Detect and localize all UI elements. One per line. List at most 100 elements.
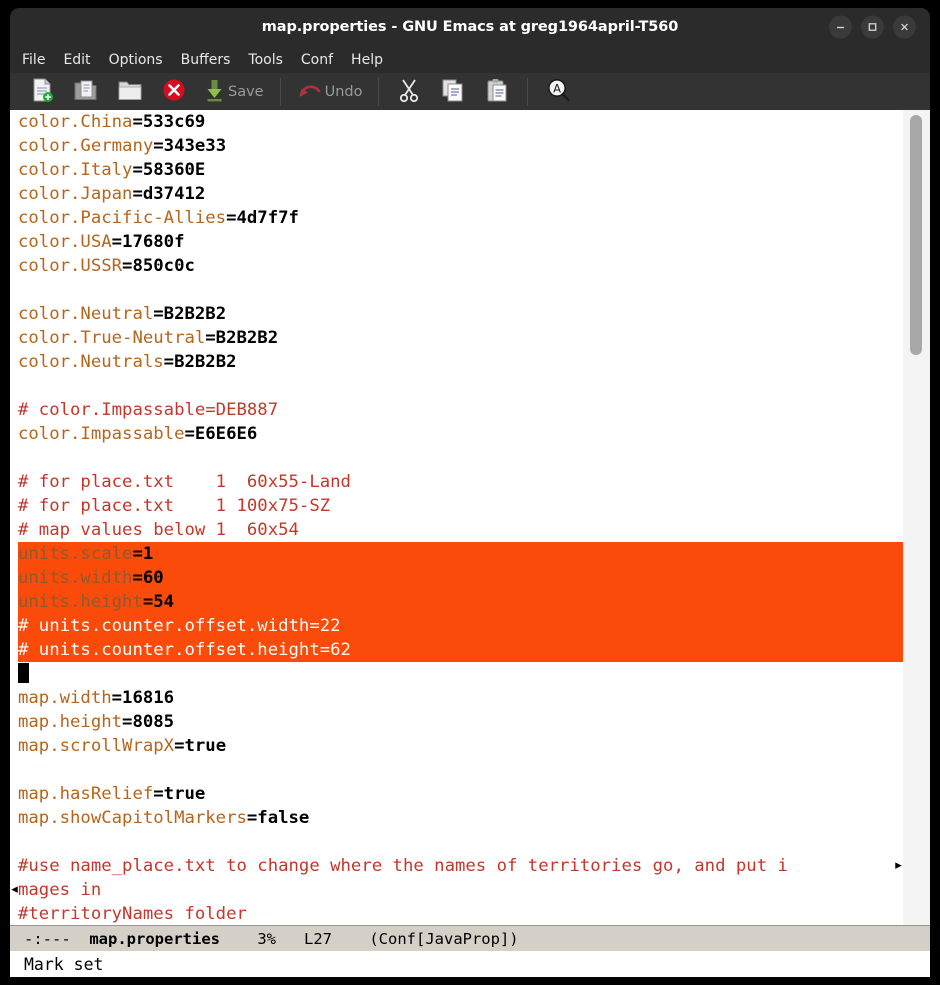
buffer-text[interactable]: color.China=533c69 color.Germany=343e33 co…	[18, 110, 351, 542]
menu-item-conf[interactable]: Conf	[301, 52, 333, 68]
text-column[interactable]: color.China=533c69 color.Germany=343e33 co…	[18, 110, 903, 925]
prop-key: map.showCapitolMarkers	[18, 808, 247, 828]
code-line: color.Impassable=E6E6E6	[18, 422, 351, 446]
wrap-continuation-arrow-right: ▸	[895, 858, 902, 873]
prop-value: =E6E6E6	[184, 424, 258, 444]
code-line-selected: units.height=54	[18, 590, 903, 614]
prop-key: map.width	[18, 688, 112, 708]
window-title: map.properties - GNU Emacs at greg1964ap…	[261, 19, 679, 35]
code-line: map.hasRelief=true	[18, 782, 788, 806]
new-file-button[interactable]	[28, 77, 56, 107]
prop-key: units.width	[18, 568, 133, 588]
prop-value: =B2B2B2	[163, 352, 237, 372]
code-line-wrap-continued: mages in	[18, 878, 788, 902]
prop-value: =58360E	[132, 160, 206, 180]
prop-key: color.Pacific-Allies	[18, 208, 227, 228]
code-line-selected: # units.counter.offset.height=62	[18, 638, 903, 662]
comment-text: # color.Impassable=DEB887	[18, 400, 279, 420]
minimize-button[interactable]	[829, 15, 852, 39]
toolbar-separator-2	[378, 77, 380, 106]
comment-text: # for place.txt 1 60x55-Land	[18, 472, 351, 492]
prop-key: color.Impassable	[18, 424, 185, 444]
mode-line-major-mode[interactable]: (Conf[JavaProp])	[369, 930, 518, 948]
vertical-scrollbar[interactable]	[903, 110, 930, 925]
code-line: color.Germany=343e33	[18, 134, 351, 158]
prop-key: color.Neutrals	[18, 352, 164, 372]
code-line: # for place.txt 1 60x55-Land	[18, 470, 351, 494]
point-cursor	[18, 663, 29, 683]
code-line: map.scrollWrapX=true	[18, 734, 788, 758]
code-line: # color.Impassable=DEB887	[18, 398, 351, 422]
save-button[interactable]: Save	[204, 77, 264, 107]
new-file-icon	[29, 77, 55, 107]
close-button[interactable]	[893, 15, 916, 39]
prop-key: units.height	[18, 592, 143, 612]
close-x-icon	[161, 77, 187, 107]
prop-key: color.True-Neutral	[18, 328, 206, 348]
mode-line: -:--- map.properties 3% L27 (Conf[JavaPr…	[10, 925, 930, 951]
mode-line-buffer-name[interactable]: map.properties	[89, 930, 220, 948]
menu-item-tools[interactable]: Tools	[248, 52, 283, 68]
code-line: map.height=8085	[18, 710, 788, 734]
undo-button[interactable]: Undo	[297, 77, 362, 107]
prop-value: =4d7f7f	[226, 208, 299, 228]
buffer-text-tail[interactable]: map.width=16816 map.height=8085 map.scroll…	[18, 662, 788, 925]
prop-value: =B2B2B2	[153, 304, 227, 324]
prop-key: color.USA	[18, 232, 112, 252]
prop-value: =false	[246, 808, 310, 828]
menu-bar: File Edit Options Buffers Tools Conf Hel…	[10, 46, 930, 73]
prop-value: =533c69	[132, 112, 206, 132]
cursor-line	[18, 662, 788, 686]
copy-button[interactable]	[439, 77, 467, 107]
maximize-button[interactable]	[861, 15, 884, 39]
prop-key: color.Neutral	[18, 304, 154, 324]
prop-value: =343e33	[153, 136, 227, 156]
close-buffer-button[interactable]	[160, 77, 188, 107]
mode-line-line-number: L27	[304, 929, 332, 948]
echo-message: Mark set	[24, 954, 104, 974]
paste-button[interactable]	[483, 77, 511, 107]
code-line: color.Pacific-Allies=4d7f7f	[18, 206, 351, 230]
folder-icon	[117, 77, 143, 107]
menu-item-options[interactable]: Options	[109, 52, 163, 68]
open-directory-button[interactable]	[116, 77, 144, 107]
left-fringe: ◂	[10, 110, 18, 925]
comment-text: # for place.txt 1 100x75-SZ	[18, 496, 331, 516]
code-line: color.Japan=d37412	[18, 182, 351, 206]
open-file-icon	[73, 77, 99, 107]
buffer-area[interactable]: ◂ color.China=533c69 color.Germany=343e33…	[10, 110, 930, 925]
scrollbar-thumb[interactable]	[910, 115, 922, 355]
selected-region[interactable]: units.scale=1 units.width=60 units.height=…	[18, 542, 903, 662]
prop-value: =1	[132, 544, 154, 564]
search-icon: A	[545, 77, 571, 107]
menu-item-buffers[interactable]: Buffers	[181, 52, 231, 68]
prop-value: =54	[142, 592, 175, 612]
code-line: color.True-Neutral=B2B2B2	[18, 326, 351, 350]
cut-button[interactable]	[395, 77, 423, 107]
prop-key: map.hasRelief	[18, 784, 154, 804]
menu-item-file[interactable]: File	[22, 52, 45, 68]
code-line: color.USSR=850c0c	[18, 254, 351, 278]
menu-item-edit[interactable]: Edit	[63, 52, 90, 68]
prop-key: color.Japan	[18, 184, 133, 204]
code-line: color.Neutrals=B2B2B2	[18, 350, 351, 374]
toolbar-separator-3	[527, 77, 529, 106]
prop-key: color.USSR	[18, 256, 123, 276]
prop-value: =true	[174, 736, 227, 756]
menu-item-help[interactable]: Help	[351, 52, 383, 68]
prop-key: color.China	[18, 112, 133, 132]
code-line-selected: units.scale=1	[18, 542, 903, 566]
open-file-button[interactable]	[72, 77, 100, 107]
prop-key: units.scale	[18, 544, 133, 564]
code-line: color.China=533c69	[18, 110, 351, 134]
tool-bar: Save Undo A	[10, 73, 930, 110]
search-button[interactable]: A	[544, 77, 572, 107]
code-line-selected: units.width=60	[18, 566, 903, 590]
scissors-icon	[396, 77, 422, 107]
svg-text:A: A	[554, 81, 562, 95]
